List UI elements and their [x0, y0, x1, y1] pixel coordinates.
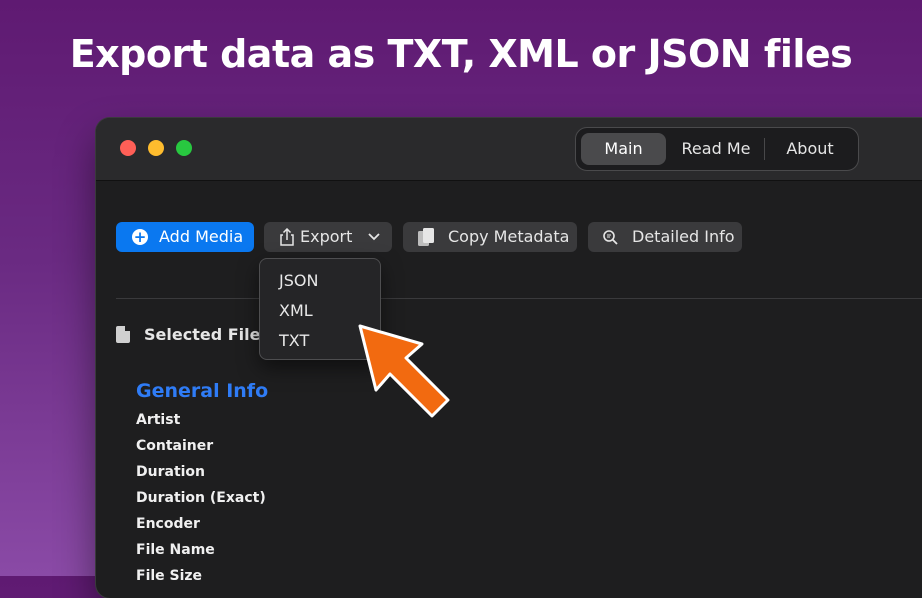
field-artist: Artist — [136, 412, 181, 428]
app-window: Main Read Me About + Add Media Export Co… — [96, 118, 922, 598]
minimize-window-button[interactable] — [148, 140, 164, 156]
add-media-button[interactable]: + Add Media — [116, 222, 254, 252]
field-encoder: Encoder — [136, 516, 200, 532]
selected-file-label: Selected File: — [144, 325, 267, 344]
headline: Export data as TXT, XML or JSON files — [69, 32, 853, 76]
tab-about[interactable]: About — [766, 133, 854, 165]
chevron-down-icon[interactable] — [368, 233, 380, 241]
share-icon — [280, 228, 294, 246]
plus-icon: + — [132, 228, 148, 246]
field-duration: Duration — [136, 464, 206, 480]
field-file-size: File Size — [136, 568, 203, 584]
general-info-title: General Info — [136, 380, 269, 402]
toolbar-divider — [116, 298, 922, 299]
zoom-window-button[interactable] — [176, 140, 192, 156]
copy-icon — [418, 228, 434, 246]
pointer-arrow-icon — [358, 324, 450, 418]
copy-metadata-label: Copy Metadata — [448, 227, 570, 246]
document-icon — [116, 326, 130, 343]
tab-main[interactable]: Main — [581, 133, 666, 165]
field-file-name: File Name — [136, 542, 215, 558]
tab-read-me[interactable]: Read Me — [670, 133, 762, 165]
segment-divider — [764, 138, 765, 160]
export-option-xml[interactable]: XML — [279, 301, 313, 320]
export-label: Export — [300, 227, 353, 246]
detailed-info-button[interactable]: Detailed Info — [588, 222, 742, 252]
export-option-json[interactable]: JSON — [279, 271, 318, 290]
copy-metadata-button[interactable]: Copy Metadata — [403, 222, 577, 252]
detailed-info-label: Detailed Info — [632, 227, 735, 246]
view-segmented-control: Main Read Me About — [575, 127, 859, 171]
close-window-button[interactable] — [120, 140, 136, 156]
export-option-txt[interactable]: TXT — [279, 331, 309, 350]
export-button[interactable]: Export — [264, 222, 392, 252]
magnifier-icon — [603, 230, 618, 245]
field-container: Container — [136, 438, 214, 454]
add-media-label: Add Media — [159, 227, 244, 246]
titlebar: Main Read Me About — [96, 118, 922, 181]
field-duration-exact: Duration (Exact) — [136, 490, 266, 506]
